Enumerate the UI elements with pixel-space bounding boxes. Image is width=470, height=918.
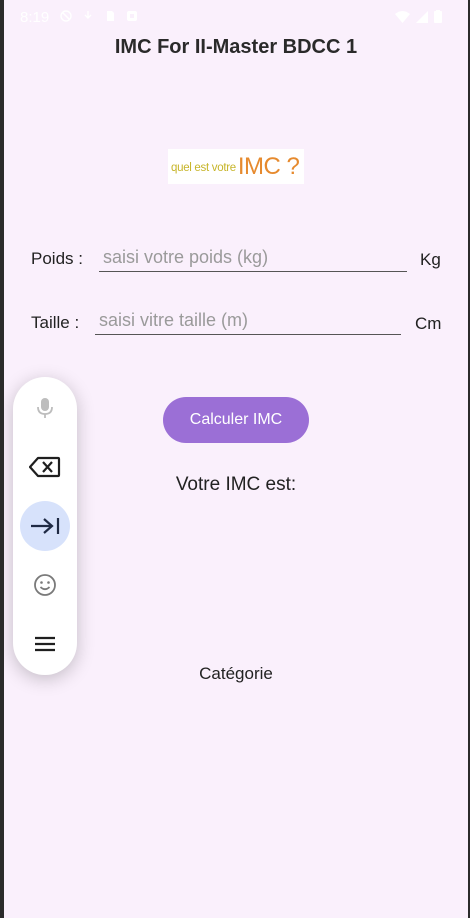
page-title: IMC For II-Master BDCC 1 [114,36,358,58]
logo-small-text: quel est votre [171,161,236,174]
height-label: Taille : [31,313,80,332]
emoji-icon [34,574,56,596]
status-system-icons [395,10,442,23]
height-unit: Cm [415,314,442,333]
status-notification-icons [60,10,138,22]
calculate-imc-button[interactable]: Calculer IMC [163,397,309,443]
backspace-icon [29,456,61,478]
app-notification-icon [127,11,137,21]
signal-icon [416,10,428,23]
category-label: Catégorie [199,664,273,683]
emoji-button[interactable] [20,560,70,610]
menu-button[interactable] [20,619,70,669]
imc-logo-image: quel est votre IMC ? [168,149,304,184]
floating-input-toolbar [13,377,77,675]
microphone-button[interactable] [20,383,70,433]
weight-unit: Kg [420,250,441,269]
wifi-icon [395,10,410,23]
sim-icon [107,11,114,21]
dnd-icon [60,10,72,22]
sync-icon [84,11,92,19]
logo-big-text: IMC ? [237,152,300,180]
tab-icon [31,518,60,534]
backspace-button[interactable] [20,442,70,492]
weight-input[interactable] [99,245,407,272]
menu-icon [35,636,55,652]
status-time: 8:19 [20,9,50,26]
weight-label: Poids : [31,249,83,268]
app-screen: 8:19 IMC For II-Master BDCC 1 quel est v… [4,0,468,918]
battery-icon [434,10,442,23]
status-bar: 8:19 [4,0,468,34]
microphone-icon [37,398,53,418]
height-input[interactable] [95,309,401,335]
tab-button[interactable] [20,501,70,551]
